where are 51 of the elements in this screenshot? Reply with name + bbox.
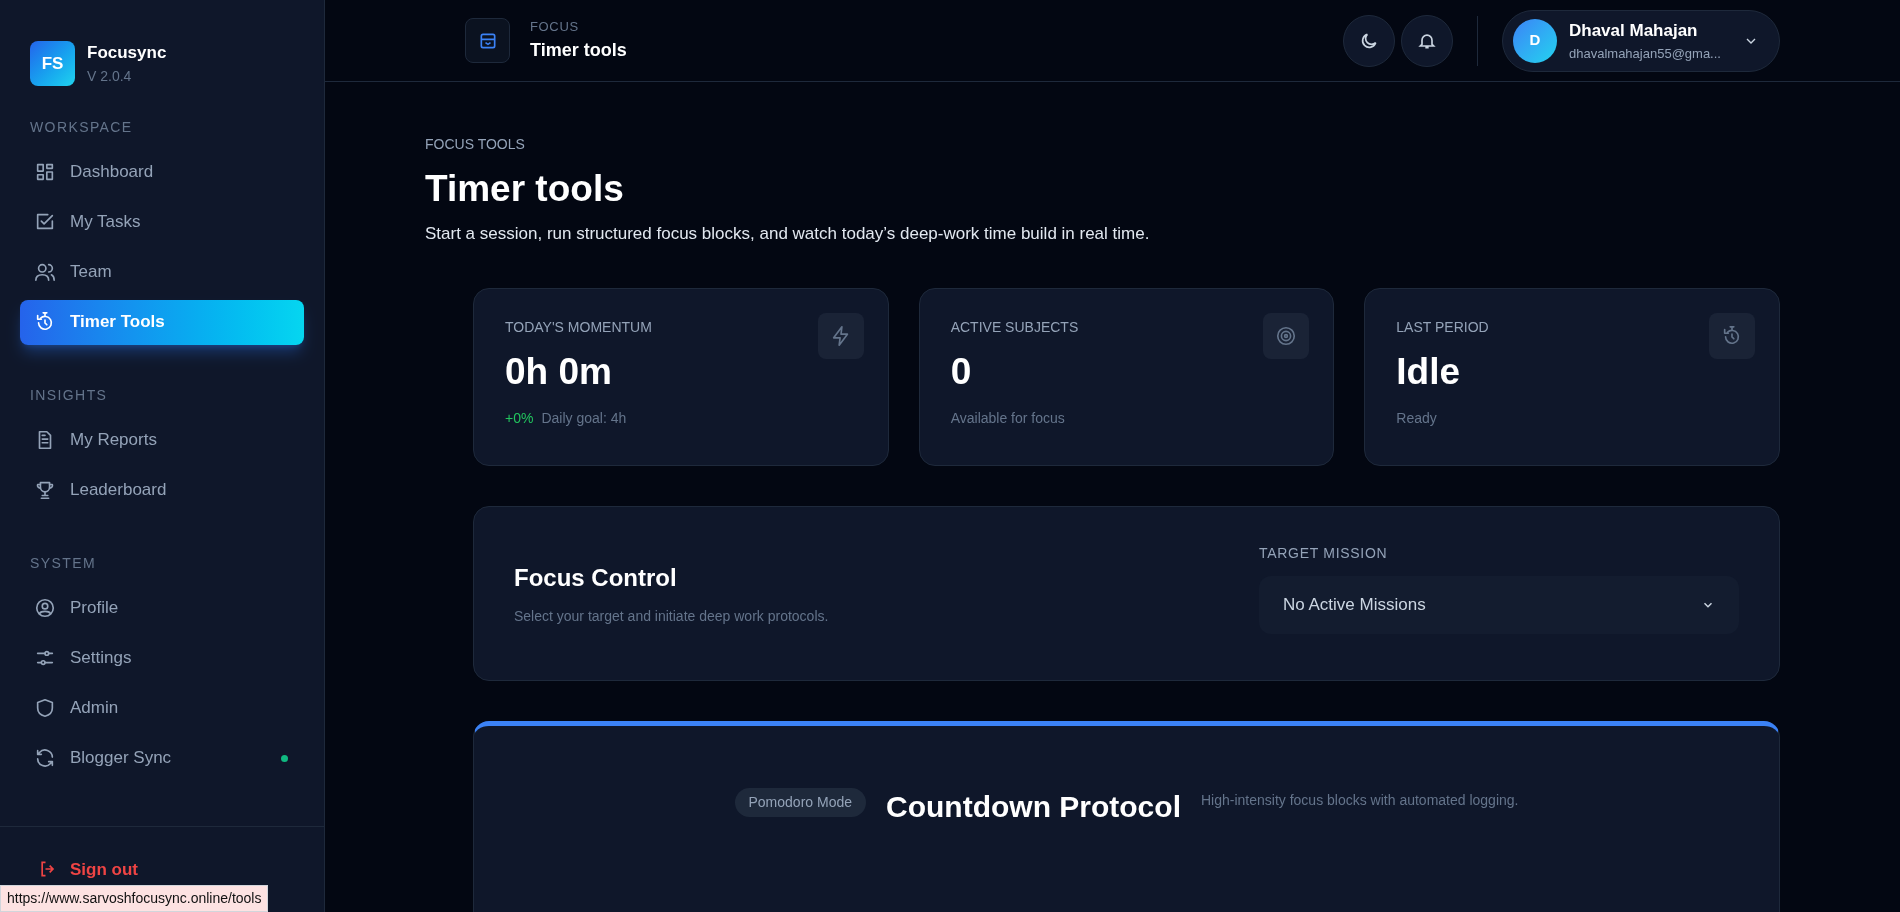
- version-label: V 2.0.4: [87, 66, 133, 86]
- field-label: TARGET MISSION: [1259, 544, 1389, 563]
- nav-item[interactable]: Blogger Sync: [20, 735, 304, 781]
- header-title: Timer tools: [530, 38, 627, 62]
- stat-label: ACTIVE SUBJECTS: [950, 318, 1079, 337]
- trophy-icon: [34, 479, 56, 501]
- section-label: FOCUS TOOLS: [425, 135, 526, 154]
- nav-item[interactable]: Dashboard: [20, 149, 304, 195]
- nav-item[interactable]: Leaderboard: [20, 467, 304, 513]
- sign-out-button[interactable]: Sign out: [38, 856, 138, 882]
- logo: FS: [30, 40, 75, 86]
- stat-value: 0h 0m: [505, 350, 612, 394]
- shield-icon: [34, 697, 56, 719]
- nav-item[interactable]: Timer Tools: [20, 299, 304, 345]
- stat-value: Idle: [1396, 350, 1461, 394]
- nav-item[interactable]: My Reports: [20, 417, 304, 463]
- sync-icon: [34, 747, 56, 769]
- grid-icon: [34, 161, 56, 183]
- nav-item[interactable]: Profile: [20, 585, 304, 631]
- stat-note: Available for focus: [950, 408, 1065, 428]
- stat-note: Daily goal: 4h: [541, 408, 627, 428]
- stat-label: TODAY'S MOMENTUM: [505, 318, 652, 337]
- status-url: https://www.sarvoshfocusync.online/tools: [0, 885, 269, 912]
- section-heading: WORKSPACE: [29, 117, 134, 137]
- user-name: Dhaval Mahajan: [1569, 20, 1699, 42]
- mode-badge: Pomodoro Mode: [734, 788, 866, 817]
- nav-item[interactable]: Settings: [20, 635, 304, 681]
- section-heading: INSIGHTS: [29, 385, 109, 405]
- brand-name: Focusync: [87, 42, 167, 64]
- page-subtitle: Start a session, run structured focus blocks, and watch today’s deep-work time build in real time.: [425, 222, 1151, 245]
- avatar: D: [1513, 18, 1557, 63]
- target-icon: [1275, 325, 1298, 347]
- card-title: Focus Control: [514, 563, 678, 593]
- nav-item[interactable]: Team: [20, 249, 304, 295]
- stat-label: LAST PERIOD: [1396, 318, 1489, 337]
- section-heading: SYSTEM: [29, 553, 97, 573]
- stat-value: 0: [950, 350, 972, 394]
- user-circle-icon: [34, 597, 56, 619]
- card-subtitle: High-intensity focus blocks with automated logging.: [1200, 791, 1519, 810]
- breadcrumb-label: FOCUS: [530, 18, 580, 37]
- nav-item[interactable]: Admin: [20, 685, 304, 731]
- mission-select[interactable]: No Active Missions: [1259, 576, 1739, 634]
- user-menu[interactable]: D Dhaval Mahajan dhavalmahajan55@gma...: [1502, 9, 1780, 72]
- page-title: Timer tools: [425, 167, 625, 211]
- card-title: Countdown Protocol: [886, 789, 1181, 825]
- nav-item[interactable]: My Tasks: [20, 199, 304, 245]
- delta-value: +0%: [505, 408, 534, 428]
- user-email: dhavalmahajan55@gma...: [1569, 44, 1722, 63]
- users-icon: [34, 261, 56, 283]
- card-subtitle: Select your target and initiate deep work protocols.: [514, 607, 830, 626]
- stat-note: Ready: [1396, 408, 1437, 428]
